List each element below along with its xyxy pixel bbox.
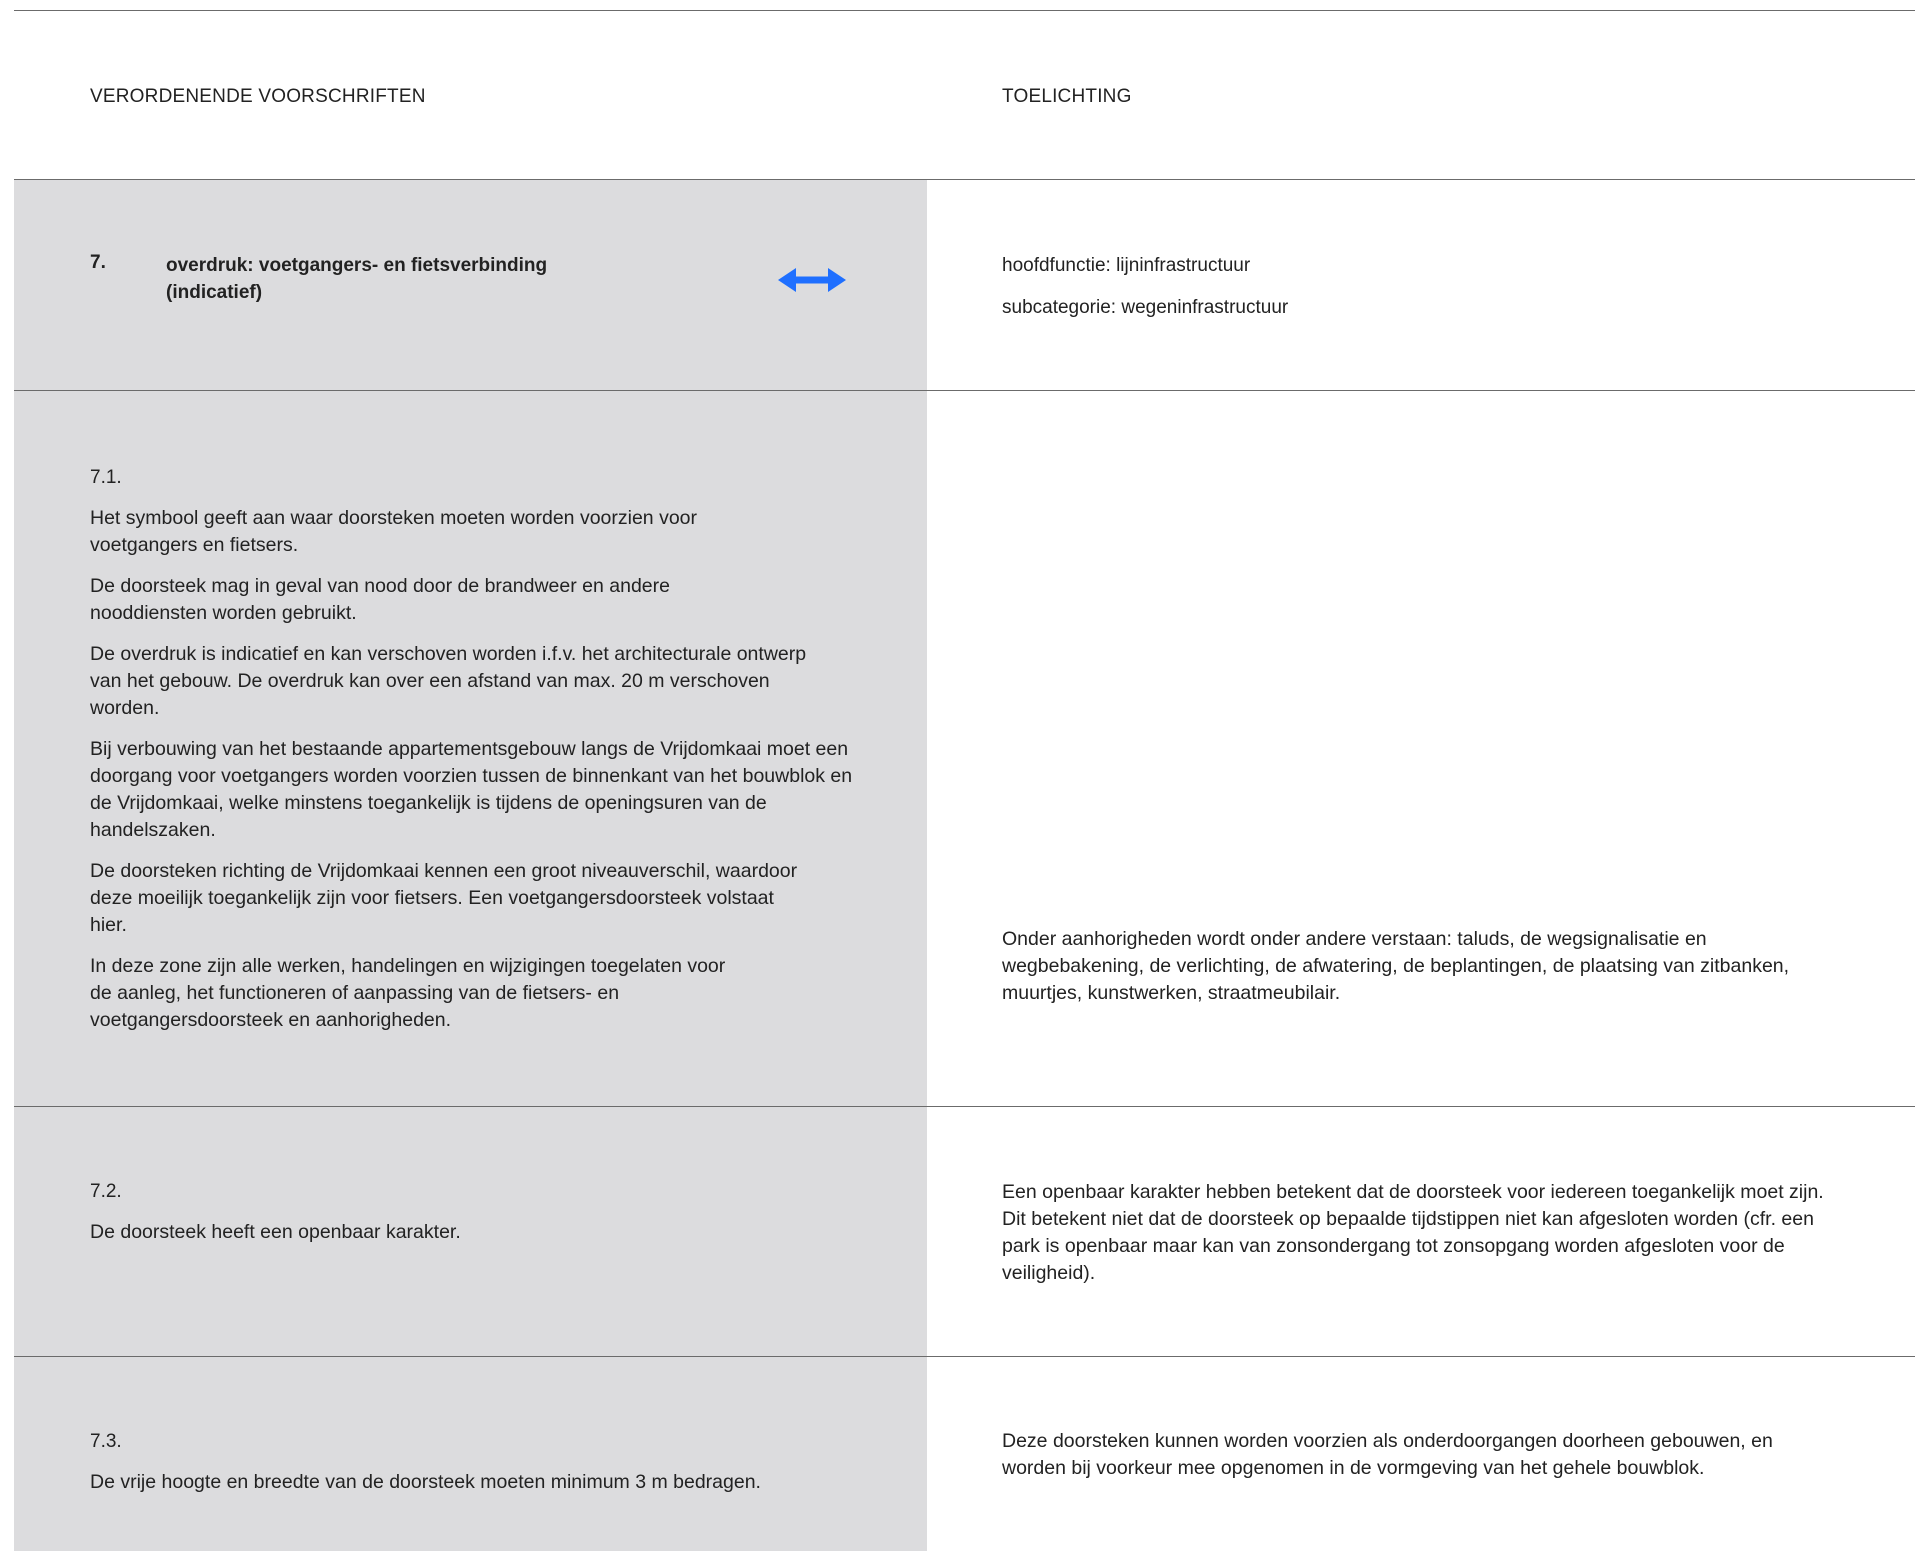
article-7-1-body: Het symbool geeft aan waar doorsteken mo… [90,505,860,1048]
header-rule [14,179,1915,180]
article-7-1-paragraph: In deze zone zijn alle werken, handeling… [90,955,726,1031]
toelichting-7-2-text: Een openbaar karakter hebben betekent da… [1002,1181,1824,1284]
section-title-line-1: overdruk: voetgangers- en fietsverbindin… [166,255,548,276]
column-label-verordenende: VERORDENENDE VOORSCHRIFTEN [90,86,426,107]
toelichting-7-2: Een openbaar karakter hebben betekent da… [1002,1179,1842,1287]
section-number: 7. [90,252,106,273]
double-arrow-horizontal-icon [778,268,846,292]
article-7-3-paragraph: De vrije hoogte en breedte van de doorst… [90,1471,761,1493]
article-7-2-body: De doorsteek heeft een openbaar karakter… [90,1219,860,1260]
article-number-7-1: 7.1. [90,467,122,488]
article-7-1-paragraph: De overdruk is indicatief en kan verscho… [90,643,807,719]
article-number-7-3: 7.3. [90,1431,122,1452]
article-7-1-paragraph: Het symbool geeft aan waar doorsteken mo… [90,507,698,556]
toelichting-7-3-text: Deze doorsteken kunnen worden voorzien a… [1002,1430,1773,1479]
article-7-1-rule [14,1106,1915,1107]
article-7-2-rule [14,1356,1915,1357]
section-rule [14,390,1915,391]
hoofdfunctie-text: hoofdfunctie: lijninfrastructuur [1002,255,1251,276]
article-7-3-body: De vrije hoogte en breedte van de doorst… [90,1469,860,1510]
grey-panel-article-7-3 [14,1357,927,1551]
section-title: overdruk: voetgangers- en fietsverbindin… [166,252,626,306]
article-7-1-paragraph: Bij verbouwing van het bestaande apparte… [90,738,853,841]
toelichting-7-3: Deze doorsteken kunnen worden voorzien a… [1002,1428,1842,1482]
section-title-line-2: (indicatief) [166,282,263,303]
article-number-7-2: 7.2. [90,1181,122,1202]
article-7-2-paragraph: De doorsteek heeft een openbaar karakter… [90,1221,461,1243]
subcategorie-text: subcategorie: wegeninfrastructuur [1002,297,1289,318]
article-7-1-paragraph: De doorsteken richting de Vrijdomkaai ke… [90,860,798,936]
toelichting-7-1: Onder aanhorigheden wordt onder andere v… [1002,926,1802,1007]
toelichting-7-1-text: Onder aanhorigheden wordt onder andere v… [1002,928,1790,1004]
column-label-toelichting: TOELICHTING [1002,86,1132,107]
article-7-1-paragraph: De doorsteek mag in geval van nood door … [90,575,670,624]
top-rule [14,10,1915,11]
